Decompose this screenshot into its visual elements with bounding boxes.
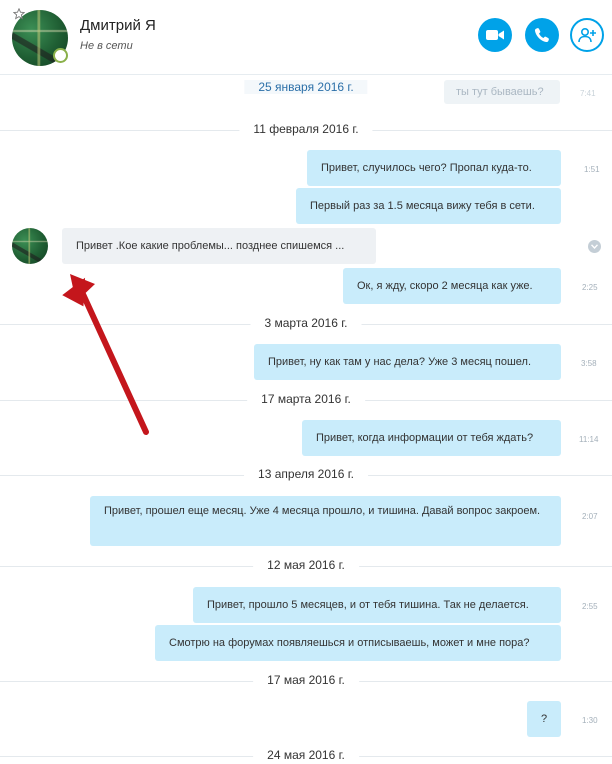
message-bubble-outgoing[interactable]: Привет, прошел еще месяц. Уже 4 месяца п… [90, 496, 561, 546]
message-time: 3:58 [581, 359, 597, 368]
message-time: 2:55 [582, 602, 598, 611]
voice-call-button[interactable] [525, 18, 559, 52]
date-separator: 3 марта 2016 г. [0, 316, 612, 332]
message-time: 2:07 [582, 512, 598, 521]
star-icon[interactable] [13, 8, 25, 20]
date-separator: 11 февраля 2016 г. [0, 122, 612, 138]
date-label: 17 мая 2016 г. [253, 673, 359, 687]
chevron-down-icon[interactable] [588, 240, 601, 253]
date-label: 17 марта 2016 г. [247, 392, 365, 406]
message-bubble-outgoing[interactable]: ? [527, 701, 561, 737]
contact-name[interactable]: Дмитрий Я [80, 17, 156, 34]
message-bubble-outgoing[interactable]: Смотрю на форумах появляешься и отписыва… [155, 625, 561, 661]
video-camera-icon [486, 30, 504, 40]
contact-status: Не в сети [80, 40, 133, 52]
message-time: 11:14 [579, 435, 599, 444]
message-bubble-outgoing[interactable]: Привет, ну как там у нас дела? Уже 3 мес… [254, 344, 561, 380]
date-separator: 13 апреля 2016 г. [0, 467, 612, 483]
date-separator: 17 марта 2016 г. [0, 392, 612, 408]
date-label: 25 января 2016 г. [244, 80, 368, 94]
date-separator: 17 мая 2016 г. [0, 673, 612, 689]
message-bubble-outgoing[interactable]: Ок, я жду, скоро 2 месяца как уже. [343, 268, 561, 304]
message-bubble-outgoing[interactable]: Привет, случилось чего? Пропал куда-то. [307, 150, 561, 186]
message-time: 1:51 [584, 165, 600, 174]
date-label: 11 февраля 2016 г. [239, 122, 373, 136]
add-person-icon [578, 27, 596, 43]
date-separator: 25 января 2016 г. [0, 80, 612, 96]
date-separator: 24 мая 2016 г. [0, 748, 612, 764]
chat-header: Дмитрий Я Не в сети [0, 0, 612, 75]
contact-avatar-small[interactable] [12, 228, 48, 264]
message-time: 1:30 [582, 716, 598, 725]
offline-status-icon [53, 48, 68, 63]
phone-icon [534, 28, 549, 43]
date-separator: 12 мая 2016 г. [0, 558, 612, 574]
message-bubble-incoming[interactable]: Привет .Кое какие проблемы... позднее сп… [62, 228, 376, 264]
add-participant-button[interactable] [570, 18, 604, 52]
video-call-button[interactable] [478, 18, 512, 52]
date-label: 3 марта 2016 г. [250, 316, 362, 330]
date-label: 12 мая 2016 г. [253, 558, 359, 572]
message-bubble-outgoing[interactable]: Первый раз за 1.5 месяца вижу тебя в сет… [296, 188, 561, 224]
message-time: 2:25 [582, 283, 598, 292]
date-label: 13 апреля 2016 г. [244, 467, 368, 481]
chat-area: ты тут бываешь? 7:41 25 января 2016 г. 1… [0, 0, 612, 764]
message-bubble-outgoing[interactable]: Привет, когда информации от тебя ждать? [302, 420, 561, 456]
message-bubble-outgoing[interactable]: Привет, прошло 5 месяцев, и от тебя тиши… [193, 587, 561, 623]
date-label: 24 мая 2016 г. [253, 748, 359, 762]
